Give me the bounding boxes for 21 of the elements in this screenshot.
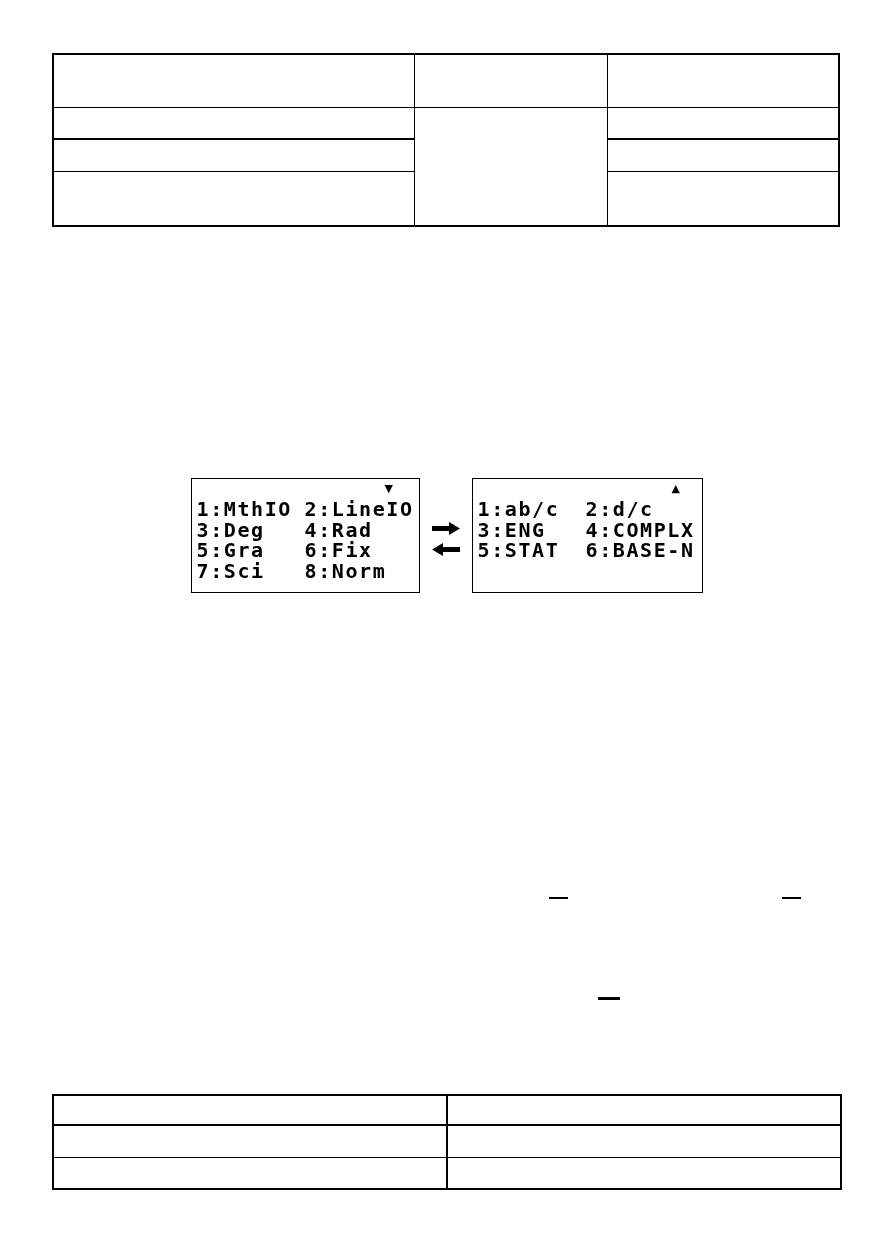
display-text: 5:STAT [477, 540, 560, 561]
triangle-icon: ▲ [671, 483, 680, 495]
display-text: 5:Gra [196, 540, 265, 561]
display-text: 1:MthIO [196, 499, 292, 520]
display-text: 2:LineIO [304, 499, 414, 520]
display-text: 8:Norm [304, 560, 387, 581]
display-text: 3:Deg [196, 519, 265, 540]
display-text: 4:COMPLX [585, 519, 695, 540]
display-text: 4:Rad [304, 519, 373, 540]
overline-bar [782, 897, 801, 899]
left-arrow-icon [432, 543, 460, 556]
display-text: 6:Fix [304, 540, 373, 561]
display-text: 6:BASE-N [585, 540, 695, 561]
overline-bar [598, 997, 620, 1000]
triangle-icon: ▼ [384, 483, 393, 495]
right-arrow-icon [432, 522, 460, 535]
display-text: 7:Sci [196, 560, 265, 581]
display-text: 1:ab/c [477, 499, 560, 520]
display-text: 2:d/c [585, 499, 654, 520]
display-text: 3:ENG [477, 519, 546, 540]
overline-bar [549, 897, 568, 899]
